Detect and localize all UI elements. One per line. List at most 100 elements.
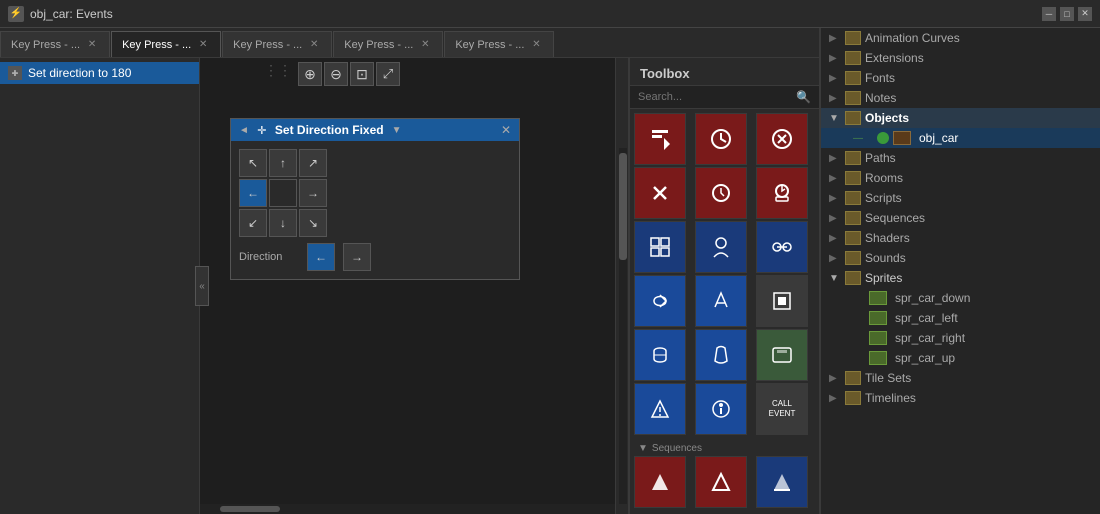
dir-btn-upleft[interactable]: ↖ [239, 149, 267, 177]
folder-icon-timelines [845, 391, 861, 405]
asset-label-spr-car-left: spr_car_left [895, 311, 958, 325]
tab-label-1: Key Press - ... [122, 39, 191, 51]
block-dropdown-arrow[interactable]: ▼ [392, 125, 402, 136]
asset-label-sprites: Sprites [865, 271, 902, 285]
toolbox-scrollbar[interactable] [619, 148, 627, 504]
asset-item-spr-car-up[interactable]: ▶ spr_car_up [821, 348, 1100, 368]
seq-btn-0[interactable] [634, 456, 686, 508]
block-close-button[interactable]: ✕ [501, 123, 511, 137]
direction-right-btn[interactable]: → [343, 243, 371, 271]
tool-btn-1[interactable] [695, 113, 747, 165]
tool-btn-call-event[interactable]: CALLEVENT [756, 383, 808, 435]
asset-label-timelines: Timelines [865, 391, 916, 405]
scrollbar-thumb[interactable] [220, 506, 280, 512]
tool-btn-2[interactable] [756, 113, 808, 165]
editor-panel: Key Press - ... ✕ Key Press - ... ✕ Key … [0, 28, 820, 514]
tab-2[interactable]: Key Press - ... ✕ [222, 31, 332, 57]
dir-btn-downleft[interactable]: ↙ [239, 209, 267, 237]
maximize-button[interactable]: □ [1060, 7, 1074, 21]
dir-btn-upright[interactable]: ↗ [299, 149, 327, 177]
tab-close-1[interactable]: ✕ [196, 38, 210, 52]
asset-item-fonts[interactable]: ▶ Fonts [821, 68, 1100, 88]
tool-btn-10[interactable] [695, 275, 747, 327]
asset-item-paths[interactable]: ▶ Paths [821, 148, 1100, 168]
event-item-0[interactable]: ✛ Set direction to 180 [0, 62, 199, 84]
event-item-icon-0: ✛ [8, 66, 22, 80]
horizontal-scrollbar[interactable] [200, 504, 615, 514]
sequences-collapse-arrow[interactable]: ▼ [638, 443, 648, 454]
seq-btn-1[interactable] [695, 456, 747, 508]
asset-label-obj-car: obj_car [919, 131, 958, 145]
close-button[interactable]: ✕ [1078, 7, 1092, 21]
asset-arrow-sounds: ▶ [829, 253, 841, 264]
toolbox-scrollbar-thumb[interactable] [619, 153, 627, 260]
asset-item-sprites[interactable]: ▼ Sprites [821, 268, 1100, 288]
asset-item-sequences[interactable]: ▶ Sequences [821, 208, 1100, 228]
direction-left-btn[interactable]: ← [307, 243, 335, 271]
asset-item-obj-car[interactable]: — obj_car [821, 128, 1100, 148]
tool-btn-3[interactable] [634, 167, 686, 219]
tool-btn-6[interactable] [634, 221, 686, 273]
dir-btn-center[interactable] [269, 179, 297, 207]
minimize-button[interactable]: ─ [1042, 7, 1056, 21]
block-collapse-arrow[interactable]: ◄ [239, 125, 249, 136]
main-layout: Key Press - ... ✕ Key Press - ... ✕ Key … [0, 28, 1100, 514]
tab-close-0[interactable]: ✕ [85, 38, 99, 52]
asset-item-objects[interactable]: ▼ Objects [821, 108, 1100, 128]
fit-button[interactable]: ⊡ [350, 62, 374, 86]
asset-item-spr-car-right[interactable]: ▶ spr_car_right [821, 328, 1100, 348]
asset-item-timelines[interactable]: ▶ Timelines [821, 388, 1100, 408]
tab-0[interactable]: Key Press - ... ✕ [0, 31, 110, 57]
dir-btn-down[interactable]: ↓ [269, 209, 297, 237]
block-body: ↖ ↑ ↗ ← → ↙ ↓ ↘ Direction [231, 141, 519, 279]
asset-arrow-obj-car: — [853, 133, 865, 144]
asset-item-shaders[interactable]: ▶ Shaders [821, 228, 1100, 248]
seq-btn-2[interactable] [756, 456, 808, 508]
toolbar-dots[interactable]: ⋮⋮ [264, 62, 292, 86]
sprite-icon-spr-car-left [869, 311, 887, 325]
tool-btn-7[interactable] [695, 221, 747, 273]
tool-btn-9[interactable] [634, 275, 686, 327]
dir-btn-downright[interactable]: ↘ [299, 209, 327, 237]
fullscreen-button[interactable]: ⤢ [376, 62, 400, 86]
zoom-out-button[interactable]: ⊖ [324, 62, 348, 86]
tab-close-2[interactable]: ✕ [307, 38, 321, 52]
tool-btn-16[interactable] [695, 383, 747, 435]
asset-item-sounds[interactable]: ▶ Sounds [821, 248, 1100, 268]
tool-btn-4[interactable] [695, 167, 747, 219]
tool-btn-15[interactable] [634, 383, 686, 435]
tool-btn-14[interactable] [756, 329, 808, 381]
tab-3[interactable]: Key Press - ... ✕ [333, 31, 443, 57]
asset-label-extensions: Extensions [865, 51, 924, 65]
asset-item-rooms[interactable]: ▶ Rooms [821, 168, 1100, 188]
canvas-area[interactable]: ⋮⋮ ⊕ ⊖ ⊡ ⤢ ◄ ✛ Set Direction Fixed ▼ ✕ [200, 58, 615, 514]
folder-icon-rooms [845, 171, 861, 185]
tool-btn-0[interactable] [634, 113, 686, 165]
asset-item-animation-curves[interactable]: ▶ Animation Curves [821, 28, 1100, 48]
tab-close-3[interactable]: ✕ [418, 38, 432, 52]
obj-icon-obj-car [877, 132, 889, 144]
tool-btn-8[interactable] [756, 221, 808, 273]
asset-item-scripts[interactable]: ▶ Scripts [821, 188, 1100, 208]
dir-btn-up[interactable]: ↑ [269, 149, 297, 177]
tab-1[interactable]: Key Press - ... ✕ [111, 31, 221, 57]
asset-item-extensions[interactable]: ▶ Extensions [821, 48, 1100, 68]
tool-btn-12[interactable] [634, 329, 686, 381]
folder-icon-objects [845, 111, 861, 125]
tool-btn-13[interactable] [695, 329, 747, 381]
tab-4[interactable]: Key Press - ... ✕ [444, 31, 554, 57]
asset-item-notes[interactable]: ▶ Notes [821, 88, 1100, 108]
tab-close-4[interactable]: ✕ [529, 38, 543, 52]
collapse-left-button[interactable]: « [195, 266, 209, 306]
asset-item-tile-sets[interactable]: ▶ Tile Sets [821, 368, 1100, 388]
toolbox-search-input[interactable] [638, 91, 792, 103]
dir-btn-left[interactable]: ← [239, 179, 267, 207]
direction-grid: ↖ ↑ ↗ ← → ↙ ↓ ↘ [239, 149, 511, 237]
asset-arrow-shaders: ▶ [829, 233, 841, 244]
dir-btn-right[interactable]: → [299, 179, 327, 207]
asset-item-spr-car-left[interactable]: ▶ spr_car_left [821, 308, 1100, 328]
zoom-in-button[interactable]: ⊕ [298, 62, 322, 86]
asset-item-spr-car-down[interactable]: ▶ spr_car_down [821, 288, 1100, 308]
tool-btn-11[interactable] [756, 275, 808, 327]
tool-btn-5[interactable] [756, 167, 808, 219]
